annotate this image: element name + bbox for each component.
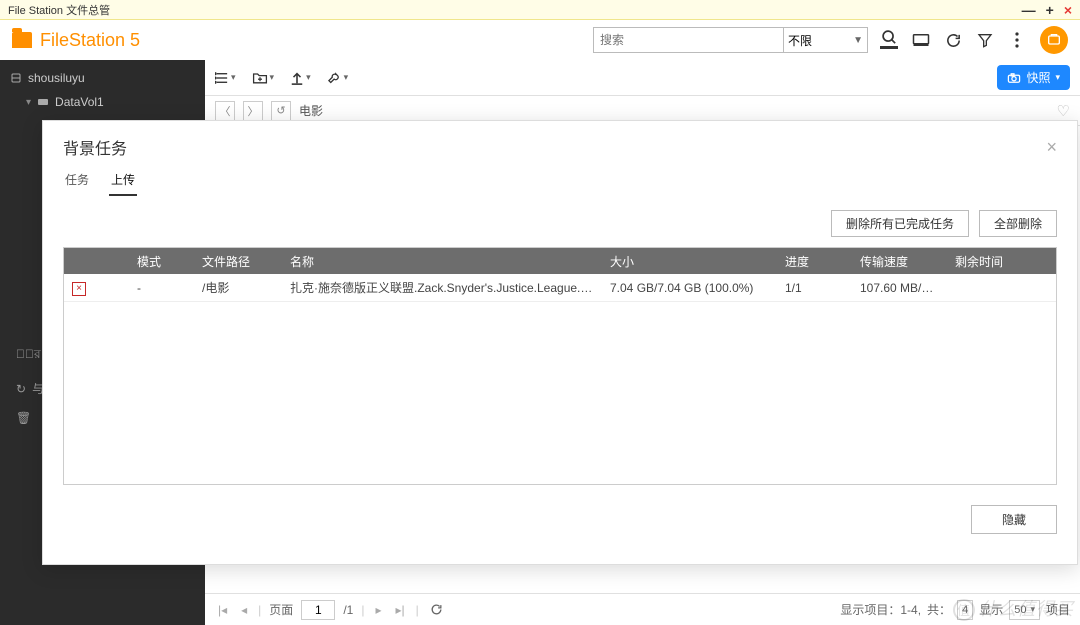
camera-icon (1007, 72, 1021, 84)
pager-items-label: 项目 (1046, 601, 1070, 618)
chevron-down-icon: ▾ (1030, 604, 1035, 615)
page-input[interactable] (301, 600, 335, 620)
folder-icon (12, 32, 32, 48)
col-name[interactable]: 名称 (282, 253, 602, 270)
tree-volume-label: DataVol1 (55, 95, 104, 109)
search-input[interactable] (593, 27, 783, 53)
snapshot-button[interactable]: 快照 ▾ (997, 65, 1070, 90)
table-head: 模式 文件路径 名称 大小 进度 传输速度 剩余时间 (64, 248, 1056, 274)
cell-name: 扎克·施奈德版正义联盟.Zack.Snyder's.Justice.League… (282, 279, 602, 296)
sync-icon: ↻ (16, 382, 26, 396)
cell-progress: 1/1 (777, 281, 852, 295)
refresh-icon (430, 603, 443, 616)
tree-root-label: shousiluyu (28, 71, 85, 85)
nas-icon (10, 72, 22, 84)
pager-total-label: 共： (927, 601, 951, 618)
page-total: /1 (343, 603, 353, 617)
search-filter-select[interactable]: 不限 ▼ (783, 27, 868, 53)
cancel-row-button[interactable]: × (72, 282, 86, 296)
page-label: 页面 (269, 601, 293, 618)
tab-upload[interactable]: 上传 (109, 167, 137, 196)
nav-fwd-button[interactable]: 〉 (243, 101, 263, 121)
trash-icon: 🗑 (16, 411, 31, 425)
dialog-title: 背景任务 (63, 135, 127, 159)
cell-speed: 107.60 MB/S... (852, 281, 947, 295)
app-header: FileStation 5 不限 ▼ (0, 20, 1080, 60)
chevron-down-icon: ▾ (306, 72, 311, 83)
chevron-down-icon: ▾ (344, 72, 349, 83)
chevron-down-icon: ▾ (270, 72, 275, 83)
tree-volume[interactable]: ▾ DataVol1 (0, 90, 205, 114)
page-first-button[interactable]: |◂ (215, 603, 230, 617)
page-last-button[interactable]: ▸| (392, 603, 407, 617)
view-mode-button[interactable]: ▾ (215, 72, 236, 84)
remote-icon[interactable] (912, 31, 930, 49)
tools-button[interactable]: ▾ (327, 70, 349, 85)
table-row[interactable]: × - /电影 扎克·施奈德版正义联盟.Zack.Snyder's.Justic… (64, 274, 1056, 302)
search-icon[interactable] (880, 31, 898, 49)
remove-completed-button[interactable]: 删除所有已完成任务 (831, 210, 969, 237)
window-minimize-icon[interactable]: — (1022, 3, 1036, 17)
window-maximize-icon[interactable]: + (1046, 3, 1054, 17)
col-progress[interactable]: 进度 (777, 253, 852, 270)
col-size[interactable]: 大小 (602, 253, 777, 270)
col-speed[interactable]: 传输速度 (852, 253, 947, 270)
col-remain[interactable]: 剩余时间 (947, 253, 1056, 270)
cell-mode: - (129, 281, 194, 295)
page-refresh-button[interactable] (427, 603, 446, 616)
hide-button[interactable]: 隐藏 (971, 505, 1057, 534)
refresh-icon[interactable] (944, 31, 962, 49)
dialog-close-button[interactable]: × (1046, 137, 1057, 158)
search-group: 不限 ▼ (593, 27, 868, 53)
cell-size: 7.04 GB/7.04 GB (100.0%) (602, 281, 777, 295)
wrench-icon (327, 70, 342, 85)
upload-button[interactable]: ▾ (290, 71, 311, 85)
pager-total-box: 4 (957, 600, 973, 620)
filter-icon[interactable] (976, 31, 994, 49)
window-title: File Station 文件总管 (8, 2, 110, 18)
toolbar: ▾ ▾ ▾ ▾ 快照 ▾ (205, 60, 1080, 96)
nav-up-button[interactable]: ↺ (271, 101, 291, 121)
col-path[interactable]: 文件路径 (194, 253, 282, 270)
pager-pagesize-select[interactable]: 50▾ (1009, 600, 1040, 620)
pager-summary-left: 显示项目：1-4, (840, 601, 921, 618)
chevron-down-icon: ▾ (1055, 72, 1060, 83)
brand-text: FileStation 5 (40, 30, 140, 51)
drive-icon (37, 97, 49, 107)
folder-plus-icon (252, 71, 268, 85)
tree-root[interactable]: shousiluyu (0, 66, 205, 90)
window-titlebar: File Station 文件总管 — + × (0, 0, 1080, 20)
dialog-tabs: 任务 上传 (43, 167, 1077, 196)
col-mode[interactable]: 模式 (129, 253, 194, 270)
pager: |◂ ◂ | 页面 /1 | ▸ ▸| | 显示项目：1-4, 共： 4 显示 … (205, 593, 1080, 625)
brand: FileStation 5 (12, 30, 140, 51)
nav-back-button[interactable]: 〈 (215, 101, 235, 121)
share-icon: �ির (16, 346, 41, 366)
pager-show-label: 显示 (979, 601, 1003, 618)
page-next-button[interactable]: ▸ (372, 603, 384, 617)
tab-tasks[interactable]: 任务 (63, 167, 91, 196)
create-button[interactable]: ▾ (252, 71, 275, 85)
search-filter-value: 不限 (788, 32, 812, 49)
chevron-down-icon: ▼ (853, 35, 863, 46)
page-prev-button[interactable]: ◂ (238, 603, 250, 617)
more-icon[interactable] (1008, 31, 1026, 49)
chevron-down-icon: ▾ (26, 97, 31, 108)
background-tasks-dialog: 背景任务 × 任务 上传 删除所有已完成任务 全部删除 模式 文件路径 名称 大… (42, 120, 1078, 565)
favorite-icon[interactable]: ♡ (1057, 102, 1070, 120)
upload-table: 模式 文件路径 名称 大小 进度 传输速度 剩余时间 × - /电影 扎克·施奈… (63, 247, 1057, 485)
task-center-icon[interactable] (1040, 26, 1068, 54)
window-close-icon[interactable]: × (1064, 3, 1072, 17)
breadcrumb-path[interactable]: 电影 (299, 102, 323, 119)
snapshot-label: 快照 (1026, 69, 1050, 86)
remove-all-button[interactable]: 全部删除 (979, 210, 1057, 237)
cell-path: /电影 (194, 279, 282, 296)
upload-icon (290, 71, 304, 85)
chevron-down-icon: ▾ (231, 72, 236, 83)
